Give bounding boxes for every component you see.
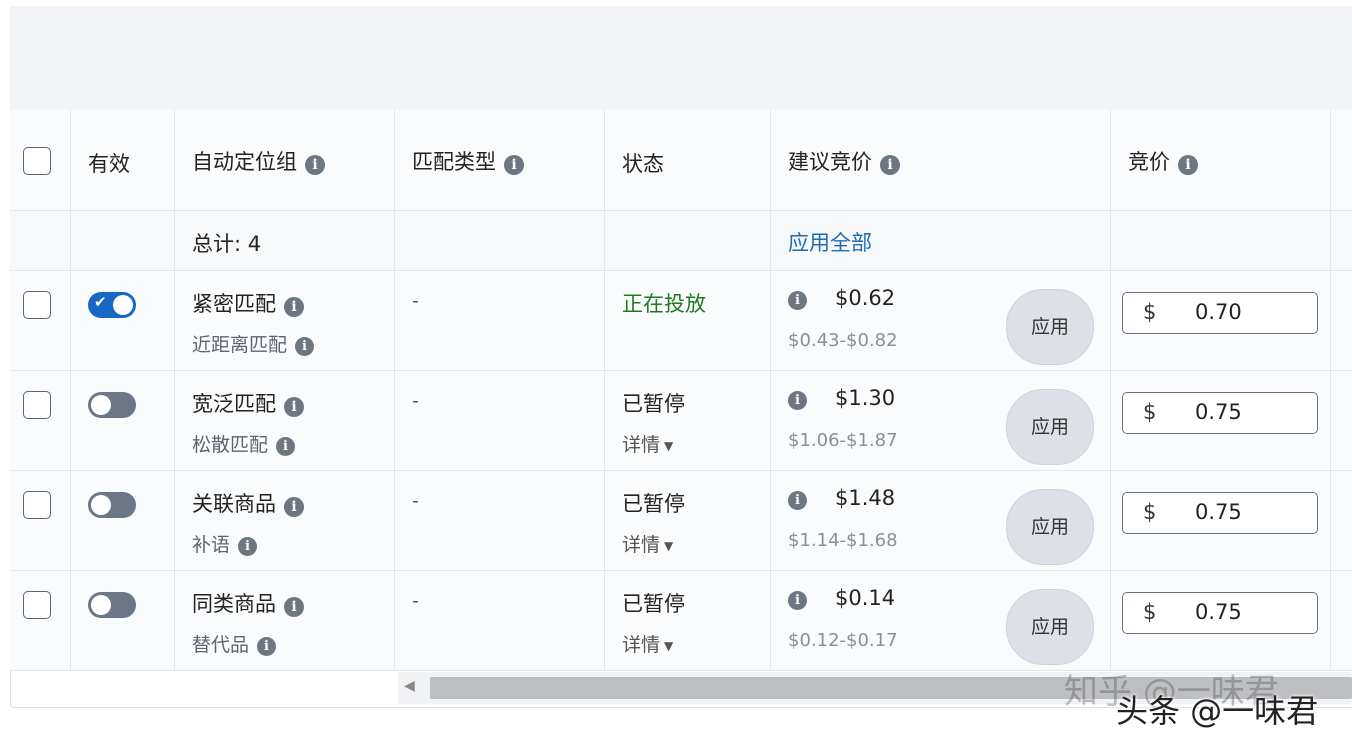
match-type-value: - [412, 490, 419, 512]
check-icon: ✔ [94, 293, 107, 311]
group-subname: 松散匹配 i [192, 430, 296, 457]
suggested-range: $0.12-$0.17 [788, 630, 898, 651]
suggested-range: $1.14-$1.68 [788, 530, 898, 551]
info-icon[interactable]: i [788, 291, 807, 310]
header-bid-label: 竞价 [1128, 150, 1170, 174]
group-subname: 补语 i [192, 530, 258, 557]
header-match-type[interactable]: 匹配类型 i [412, 146, 524, 176]
group-subname: 替代品 i [192, 630, 277, 657]
bid-value: 0.75 [1195, 600, 1242, 624]
total-count: 总计: 4 [192, 232, 262, 256]
enable-toggle[interactable] [88, 492, 136, 518]
match-type-value: - [412, 590, 419, 612]
column-divider [70, 110, 71, 670]
bid-value: 0.70 [1195, 300, 1242, 324]
watermark-toutiao: 头条 @一味君 [1116, 692, 1319, 730]
info-icon[interactable]: i [284, 596, 304, 617]
currency-symbol: $ [1143, 400, 1157, 424]
row-checkbox[interactable] [23, 291, 51, 319]
currency-symbol: $ [1143, 600, 1157, 624]
apply-all-link[interactable]: 应用全部 [788, 227, 872, 257]
header-suggested-bid[interactable]: 建议竞价 i [788, 146, 900, 176]
suggested-range: $0.43-$0.82 [788, 330, 898, 351]
bid-input[interactable]: $0.75 [1122, 492, 1318, 534]
info-icon[interactable]: i [257, 637, 277, 656]
info-icon[interactable]: i [788, 591, 807, 610]
caret-down-icon: ▼ [664, 438, 674, 453]
header-group-label: 自动定位组 [192, 150, 297, 174]
info-icon[interactable]: i [1178, 154, 1198, 175]
bid-value: 0.75 [1195, 500, 1242, 524]
info-icon[interactable]: i [284, 396, 304, 417]
info-icon[interactable]: i [284, 496, 304, 517]
info-icon[interactable]: i [305, 154, 325, 175]
status-badge: 已暂停 [622, 392, 685, 416]
bid-input[interactable]: $0.75 [1122, 392, 1318, 434]
bid-value: 0.75 [1195, 400, 1242, 424]
suggested-range: $1.06-$1.87 [788, 430, 898, 451]
info-icon[interactable]: i [788, 491, 807, 510]
header-status: 状态 [622, 152, 664, 176]
group-name: 同类商品 i [192, 588, 304, 618]
apply-button[interactable]: 应用 [1006, 489, 1094, 565]
status-badge: 已暂停 [622, 492, 685, 516]
apply-button[interactable]: 应用 [1006, 589, 1094, 665]
status-badge: 正在投放 [622, 292, 706, 316]
column-divider [604, 110, 605, 670]
group-name: 关联商品 i [192, 488, 304, 518]
enable-toggle[interactable] [88, 592, 136, 618]
currency-symbol: $ [1143, 500, 1157, 524]
header-suggested-label: 建议竞价 [788, 150, 872, 174]
apply-button[interactable]: 应用 [1006, 389, 1094, 465]
status-badge: 已暂停 [622, 592, 685, 616]
bid-input[interactable]: $0.70 [1122, 292, 1318, 334]
enable-toggle[interactable]: ✔ [88, 292, 136, 318]
suggested-price: i $0.14 [788, 586, 895, 610]
scroll-left-icon[interactable]: ◀ [404, 678, 415, 694]
header-valid: 有效 [88, 152, 130, 176]
info-icon[interactable]: i [238, 537, 258, 556]
info-icon[interactable]: i [284, 296, 304, 317]
table-toolbar [10, 6, 1352, 111]
bid-input[interactable]: $0.75 [1122, 592, 1318, 634]
group-name: 紧密匹配 i [192, 288, 304, 318]
suggested-price: i $1.30 [788, 386, 895, 410]
suggested-price: i $1.48 [788, 486, 895, 510]
select-all-checkbox[interactable] [23, 147, 51, 175]
currency-symbol: $ [1143, 300, 1157, 324]
match-type-value: - [412, 290, 419, 312]
group-subname: 近距离匹配 i [192, 330, 315, 357]
header-group[interactable]: 自动定位组 i [192, 146, 325, 176]
enable-toggle[interactable] [88, 392, 136, 418]
column-divider [1110, 110, 1111, 670]
details-dropdown[interactable]: 详情 ▼ [622, 630, 673, 657]
column-divider [174, 110, 175, 670]
details-dropdown[interactable]: 详情 ▼ [622, 530, 673, 557]
info-icon[interactable]: i [504, 154, 524, 175]
header-bid[interactable]: 竞价 i [1128, 146, 1198, 176]
row-checkbox[interactable] [23, 491, 51, 519]
caret-down-icon: ▼ [664, 638, 674, 653]
column-divider [394, 110, 395, 670]
column-divider [770, 110, 771, 670]
header-match-label: 匹配类型 [412, 150, 496, 174]
caret-down-icon: ▼ [664, 538, 674, 553]
group-name: 宽泛匹配 i [192, 388, 304, 418]
row-checkbox[interactable] [23, 391, 51, 419]
match-type-value: - [412, 390, 419, 412]
row-checkbox[interactable] [23, 591, 51, 619]
apply-button[interactable]: 应用 [1006, 289, 1094, 365]
info-icon[interactable]: i [788, 391, 807, 410]
column-divider [1330, 110, 1331, 670]
info-icon[interactable]: i [295, 337, 315, 356]
suggested-price: i $0.62 [788, 286, 895, 310]
info-icon[interactable]: i [880, 154, 900, 175]
info-icon[interactable]: i [276, 437, 296, 456]
details-dropdown[interactable]: 详情 ▼ [622, 430, 673, 457]
